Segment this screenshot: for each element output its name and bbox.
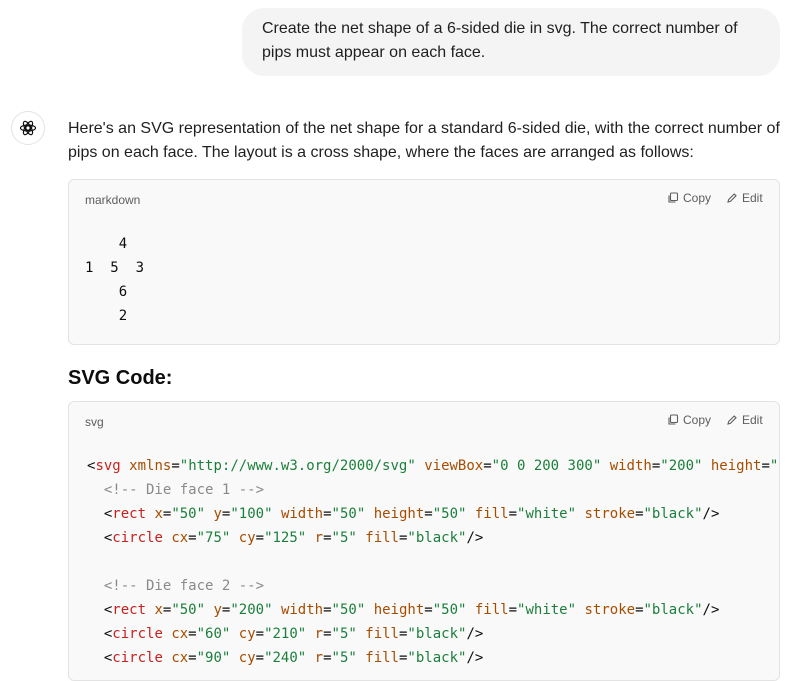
code-line: <rect x="50" y="100" width="50" height="…: [103, 506, 720, 522]
copy-button[interactable]: Copy: [667, 191, 711, 205]
markdown-code-content: 4 1 5 3 6 2: [85, 232, 144, 328]
assistant-avatar: [11, 111, 45, 145]
copy-icon: [668, 192, 679, 203]
copy-label: Copy: [683, 413, 712, 427]
markdown-code-block: markdown Copy Edit 4 1 5 3 6 2: [68, 179, 780, 345]
pencil-icon: [727, 193, 737, 203]
edit-button[interactable]: Edit: [726, 413, 763, 427]
svg-code-content: <svg xmlns="http://www.w3.org/2000/svg" …: [87, 454, 779, 670]
copy-label: Copy: [683, 191, 712, 205]
user-message-bubble: Create the net shape of a 6-sided die in…: [242, 8, 780, 76]
svg-code-block: svg Copy Edit <svg xmlns="http://www.w3.…: [68, 401, 780, 681]
code-block-header: markdown Copy Edit: [69, 180, 779, 218]
code-line: 6: [85, 284, 128, 300]
openai-logo-icon: [19, 120, 37, 136]
code-line: <!-- Die face 2 -->: [87, 578, 265, 594]
code-line: <!-- Die face 1 -->: [87, 482, 265, 498]
code-language-label: svg: [85, 415, 104, 429]
code-line: 1 5 3: [85, 260, 145, 276]
code-language-label: markdown: [85, 193, 141, 207]
code-line: <svg xmlns="http://www.w3.org/2000/svg" …: [87, 458, 779, 474]
code-line: <rect x="50" y="200" width="50" height="…: [103, 602, 720, 618]
user-message-text: Create the net shape of a 6-sided die in…: [262, 20, 738, 61]
copy-button[interactable]: Copy: [667, 413, 711, 427]
assistant-intro-text: Here's an SVG representation of the net …: [68, 120, 780, 161]
code-line: <circle cx="90" cy="240" r="5" fill="bla…: [103, 650, 484, 666]
edit-label: Edit: [742, 191, 763, 205]
copy-icon: [668, 414, 679, 425]
code-line: <circle cx="60" cy="210" r="5" fill="bla…: [103, 626, 484, 642]
edit-button[interactable]: Edit: [726, 191, 763, 205]
edit-label: Edit: [742, 413, 763, 427]
code-block-header: svg Copy Edit: [69, 402, 779, 440]
code-line: 2: [85, 308, 128, 324]
pencil-icon: [727, 415, 737, 425]
code-line: 4: [85, 236, 128, 252]
section-heading: SVG Code:: [68, 367, 173, 389]
code-line: <circle cx="75" cy="125" r="5" fill="bla…: [103, 530, 484, 546]
